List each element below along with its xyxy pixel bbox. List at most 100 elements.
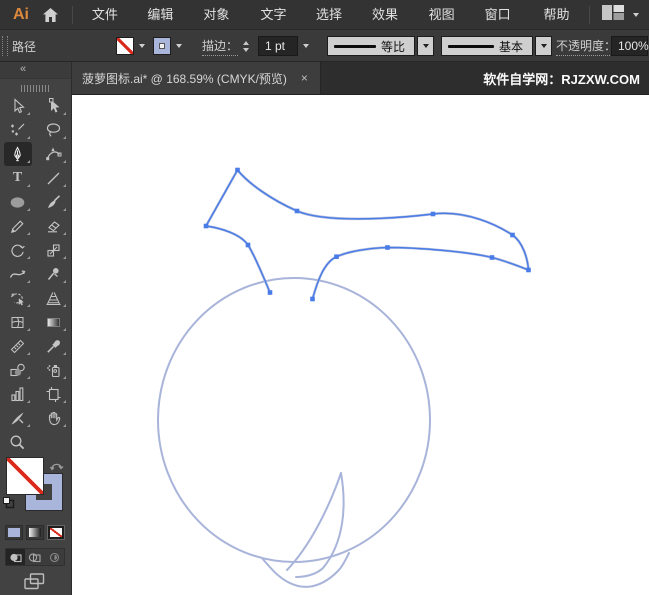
menu-object[interactable]: 对象(O) — [192, 0, 249, 52]
type-tool[interactable]: T — [4, 166, 32, 190]
eyedropper-tool[interactable] — [40, 334, 68, 358]
perspective-grid-tool[interactable] — [40, 286, 68, 310]
toolbar-collapse-button[interactable]: « — [0, 62, 71, 79]
scale-tool[interactable] — [40, 238, 68, 262]
workspace-layout-icon[interactable] — [602, 4, 624, 25]
menu-file[interactable]: 文件(F) — [81, 0, 136, 52]
zoom-tool[interactable] — [4, 430, 32, 454]
anchor-point[interactable] — [489, 255, 495, 260]
shape-builder-tool[interactable] — [4, 286, 32, 310]
crown-path-selection-highlight[interactable] — [204, 168, 530, 300]
stroke-swatch-chevron-icon[interactable] — [171, 36, 186, 56]
menu-separator-2 — [589, 5, 590, 24]
menu-help[interactable]: 帮助(H) — [532, 0, 589, 52]
none-button[interactable] — [47, 525, 65, 540]
opacity-label[interactable]: 不透明度： — [556, 37, 617, 56]
paintbrush-tool[interactable] — [40, 190, 68, 214]
menu-window[interactable]: 窗口(W) — [474, 0, 533, 52]
pencil-tool[interactable] — [4, 214, 32, 238]
anchor-point[interactable] — [267, 290, 273, 295]
gradient-button[interactable] — [26, 525, 44, 540]
line-segment-tool[interactable] — [40, 166, 68, 190]
brush-definition-select[interactable]: 基本 — [441, 36, 533, 56]
stroke-weight-label[interactable]: 描边： — [202, 37, 239, 56]
opacity-input[interactable]: 100% — [611, 36, 649, 56]
pineapple-bottom-wave[interactable] — [261, 552, 350, 588]
ellipse-tool[interactable] — [4, 190, 32, 214]
artboard-tool[interactable] — [40, 382, 68, 406]
document-tab[interactable]: 菠萝图标.ai* @ 168.59% (CMYK/预览) × — [72, 62, 321, 94]
stroke-weight-input[interactable]: 1 pt — [258, 36, 298, 56]
ai-logo[interactable]: Ai — [13, 6, 29, 24]
brush-chevron-icon[interactable] — [535, 36, 552, 56]
menu-edit[interactable]: 编辑(E) — [136, 0, 192, 52]
tools-grid: T — [0, 94, 71, 454]
anchor-point[interactable] — [510, 232, 515, 238]
measure-tool[interactable] — [4, 334, 32, 358]
none-fill-icon — [7, 458, 43, 494]
draw-behind-button[interactable] — [25, 549, 44, 565]
anchor-point[interactable] — [430, 211, 436, 217]
curvature-tool[interactable] — [40, 142, 68, 166]
stroke-weight-chevron-icon[interactable] — [298, 36, 313, 56]
fill-swatch-chevron-icon[interactable] — [134, 36, 149, 56]
blend-tool[interactable] — [4, 358, 32, 382]
workspace-chevron-icon[interactable] — [633, 12, 639, 17]
toolbar-grip[interactable] — [20, 85, 51, 92]
menu-view[interactable]: 视图(V) — [418, 0, 474, 52]
screen-mode-icon[interactable] — [24, 573, 48, 595]
draw-normal-button[interactable] — [6, 549, 26, 565]
crown-path-artwork[interactable] — [203, 167, 530, 301]
menu-effect[interactable]: 效果(C) — [361, 0, 418, 52]
direct-selection-tool[interactable] — [40, 94, 68, 118]
default-fill-stroke-icon[interactable] — [3, 496, 15, 514]
panel-grip[interactable] — [2, 36, 8, 56]
selection-tool[interactable] — [4, 94, 32, 118]
anchor-point[interactable] — [385, 245, 390, 250]
width-profile-value: 等比 — [381, 39, 406, 54]
draw-inside-button[interactable] — [45, 549, 64, 565]
slice-tool[interactable] — [4, 406, 32, 430]
site-watermark: 软件自学网：RJZXW.COM — [483, 71, 640, 87]
document-tab-bar: 菠萝图标.ai* @ 168.59% (CMYK/预览) × 软件自学网：RJZ… — [72, 62, 649, 95]
symbol-sprayer-tool[interactable] — [40, 358, 68, 382]
eraser-tool[interactable] — [40, 214, 68, 238]
column-graph-tool[interactable] — [4, 382, 32, 406]
width-tool[interactable] — [4, 262, 32, 286]
anchor-point[interactable] — [334, 254, 339, 259]
fill-color-swatch[interactable] — [116, 37, 134, 55]
anchor-point[interactable] — [203, 223, 209, 229]
home-icon[interactable] — [43, 7, 58, 22]
anchor-point[interactable] — [245, 242, 251, 248]
magic-wand-tool[interactable] — [4, 118, 32, 142]
pineapple-body-circle[interactable] — [157, 277, 431, 563]
anchor-point[interactable] — [310, 296, 315, 302]
stroke-weight-stepper[interactable] — [243, 36, 249, 56]
anchor-point[interactable] — [235, 167, 240, 173]
fill-stroke-proxy — [0, 457, 72, 523]
swap-fill-stroke-icon[interactable] — [49, 459, 64, 477]
pineapple-body-paths[interactable] — [157, 277, 431, 588]
mesh-tool[interactable] — [4, 310, 32, 334]
menus: 文件(F) 编辑(E) 对象(O) 文字(T) 选择(S) 效果(C) 视图(V… — [81, 0, 589, 52]
puppet-warp-tool[interactable] — [40, 262, 68, 286]
anchor-point[interactable] — [526, 267, 531, 273]
stroke-color-swatch[interactable] — [153, 37, 171, 55]
pen-tool[interactable] — [3, 142, 32, 166]
anchor-points[interactable] — [203, 167, 531, 302]
rotate-tool[interactable] — [4, 238, 32, 262]
artboard-canvas[interactable] — [72, 95, 649, 595]
menu-type[interactable]: 文字(T) — [250, 0, 305, 52]
lasso-tool[interactable] — [40, 118, 68, 142]
hand-tool[interactable] — [40, 406, 68, 430]
tab-close-icon[interactable]: × — [301, 71, 308, 85]
width-profile-chevron-icon[interactable] — [417, 36, 434, 56]
anchor-point[interactable] — [294, 208, 300, 214]
menu-select[interactable]: 选择(S) — [305, 0, 361, 52]
color-button[interactable] — [5, 525, 23, 540]
fill-proxy-swatch[interactable] — [6, 457, 44, 495]
width-profile-select[interactable]: 等比 — [327, 36, 415, 56]
path-panel-label: 路径 — [12, 39, 37, 54]
gradient-tool[interactable] — [40, 310, 68, 334]
